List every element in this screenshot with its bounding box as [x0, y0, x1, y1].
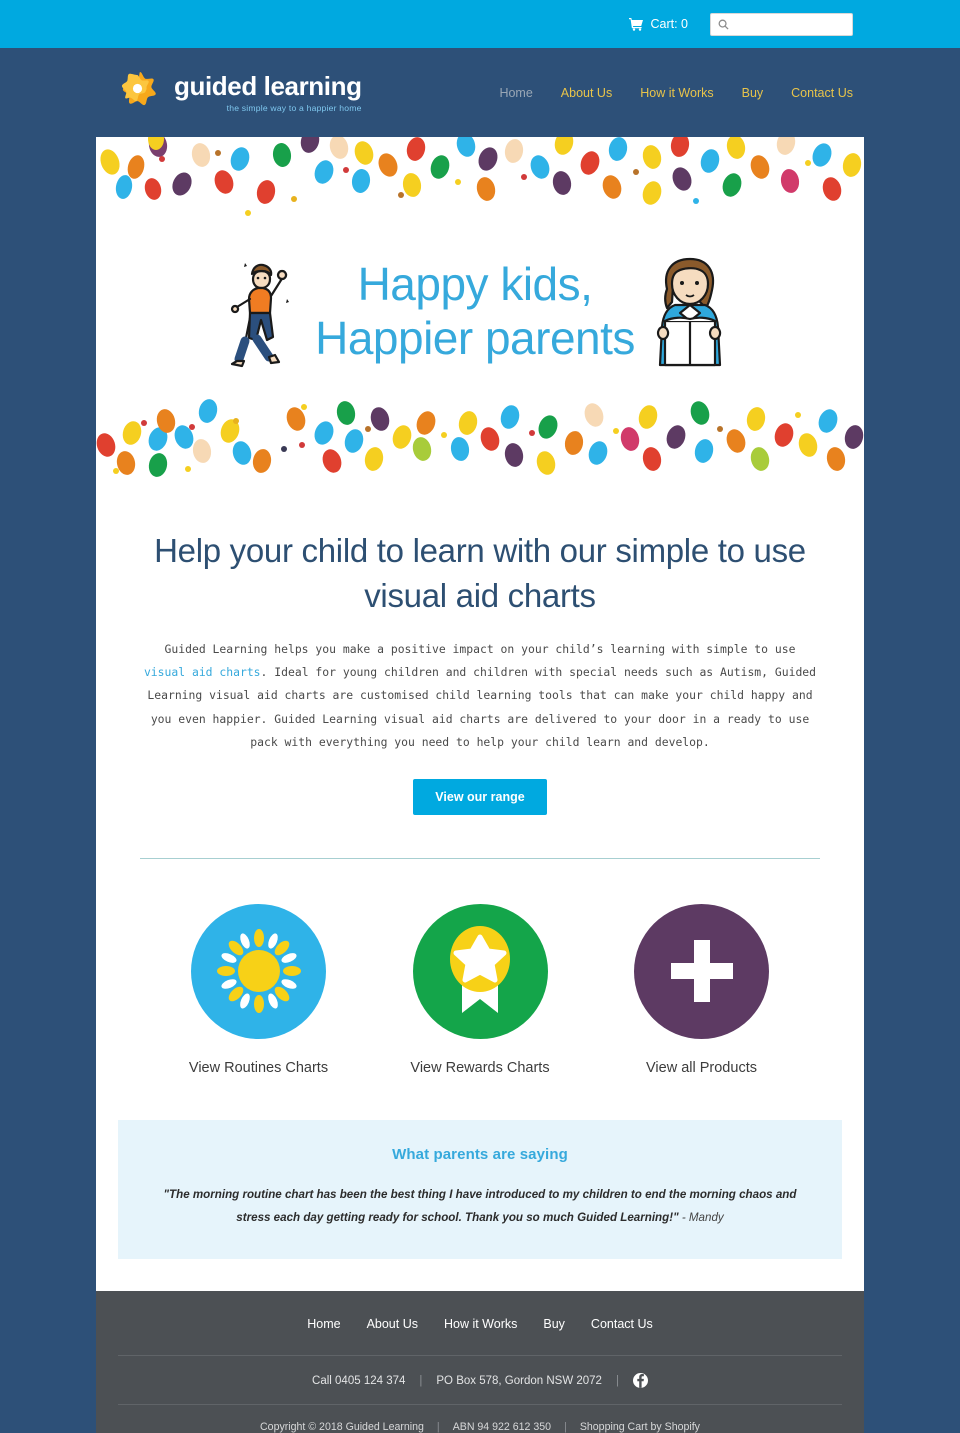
- sun-icon: [216, 929, 301, 1014]
- award-ribbon-star-icon: [450, 926, 510, 1014]
- testimonial-body: "The morning routine chart has been the …: [163, 1183, 797, 1229]
- search-icon: [718, 19, 729, 30]
- tile-routines-charts[interactable]: View Routines Charts: [156, 903, 361, 1076]
- footer-contact-row: Call 0405 124 374 | PO Box 578, Gordon N…: [96, 1356, 864, 1404]
- nav-item-buy[interactable]: Buy: [742, 86, 764, 100]
- confetti-pattern-bottom: [96, 399, 864, 477]
- intro-section: Help your child to learn with our simple…: [96, 485, 864, 859]
- footer-nav-how-it-works[interactable]: How it Works: [444, 1317, 517, 1331]
- site-header: guided learning the simple way to a happ…: [0, 48, 960, 137]
- category-tiles: View Routines Charts View Rewards Charts…: [96, 859, 864, 1076]
- testimonial-author: - Mandy: [678, 1210, 724, 1224]
- routines-tile-circle: [191, 903, 326, 1039]
- footer-nav-contact-us[interactable]: Contact Us: [591, 1317, 653, 1331]
- star-flower-logo-icon: [117, 69, 164, 116]
- cart-link[interactable]: Cart: 0: [629, 17, 688, 31]
- footer-navigation: Home About Us How it Works Buy Contact U…: [96, 1291, 864, 1355]
- products-tile-circle: [634, 903, 769, 1039]
- footer-separator-2: |: [615, 1374, 619, 1387]
- logo-wordmark: guided learning: [174, 70, 362, 101]
- site-footer: Home About Us How it Works Buy Contact U…: [96, 1291, 864, 1433]
- tile-label-rewards: View Rewards Charts: [410, 1059, 550, 1076]
- footer-address: PO Box 578, Gordon NSW 2072: [436, 1374, 602, 1387]
- hero-banner: Happy kids, Happier parents: [96, 137, 864, 485]
- view-our-range-button[interactable]: View our range: [413, 778, 547, 815]
- testimonial-heading: What parents are saying: [392, 1145, 568, 1163]
- footer-separator-3: |: [436, 1421, 440, 1433]
- page-title: Help your child to learn with our simple…: [154, 532, 806, 614]
- woman-reading-book-illustration: [645, 249, 735, 374]
- hero-title: Happy kids, Happier parents: [315, 257, 635, 364]
- footer-phone: Call 0405 124 374: [312, 1374, 406, 1387]
- intro-paragraph: Guided Learning helps you make a positiv…: [143, 638, 817, 754]
- cart-label: Cart: 0: [650, 17, 688, 31]
- nav-item-contact-us[interactable]: Contact Us: [791, 86, 853, 100]
- footer-separator-4: |: [564, 1421, 567, 1433]
- tile-label-products: View all Products: [646, 1059, 757, 1076]
- page-container: Happy kids, Happier parents Help your ch…: [96, 137, 864, 1292]
- nav-item-home[interactable]: Home: [499, 86, 532, 100]
- testimonial-section: What parents are saying "The morning rou…: [118, 1119, 842, 1260]
- visual-aid-charts-link[interactable]: visual aid charts: [144, 665, 261, 679]
- footer-copyright: Copyright © 2018 Guided Learning: [260, 1421, 424, 1433]
- boy-waving-illustration: [225, 249, 305, 374]
- footer-nav-buy[interactable]: Buy: [543, 1317, 565, 1331]
- page-bottom-spacer: [96, 1259, 864, 1291]
- tile-rewards-charts[interactable]: View Rewards Charts: [378, 903, 583, 1076]
- search-box[interactable]: [710, 12, 853, 36]
- nav-item-how-it-works[interactable]: How it Works: [640, 86, 713, 100]
- footer-nav-home[interactable]: Home: [307, 1317, 340, 1331]
- footer-platform: Shopping Cart by Shopify: [579, 1421, 700, 1433]
- footer-separator-1: |: [419, 1374, 423, 1387]
- logo-tagline: the simple way to a happier home: [226, 102, 362, 113]
- tile-all-products[interactable]: View all Products: [599, 903, 804, 1076]
- intro-text-before-link: Guided Learning helps you make a positiv…: [164, 642, 796, 657]
- search-input[interactable]: [734, 18, 852, 30]
- facebook-icon[interactable]: [632, 1373, 648, 1389]
- main-navigation: Home About Us How it Works Buy Contact U…: [499, 86, 853, 100]
- tile-label-routines: View Routines Charts: [188, 1059, 329, 1076]
- cta-wrapper: View our range: [126, 778, 834, 815]
- rewards-tile-circle: [412, 903, 548, 1039]
- footer-nav-about-us[interactable]: About Us: [367, 1317, 418, 1331]
- footer-legal-row: Copyright © 2018 Guided Learning | ABN 9…: [96, 1405, 864, 1433]
- plus-icon: [670, 940, 733, 1003]
- top-utility-bar: Cart: 0: [0, 0, 960, 48]
- site-logo[interactable]: guided learning the simple way to a happ…: [117, 69, 362, 116]
- nav-item-about-us[interactable]: About Us: [561, 86, 612, 100]
- footer-abn: ABN 94 922 612 350: [452, 1421, 552, 1433]
- shopping-cart-icon: [629, 17, 644, 31]
